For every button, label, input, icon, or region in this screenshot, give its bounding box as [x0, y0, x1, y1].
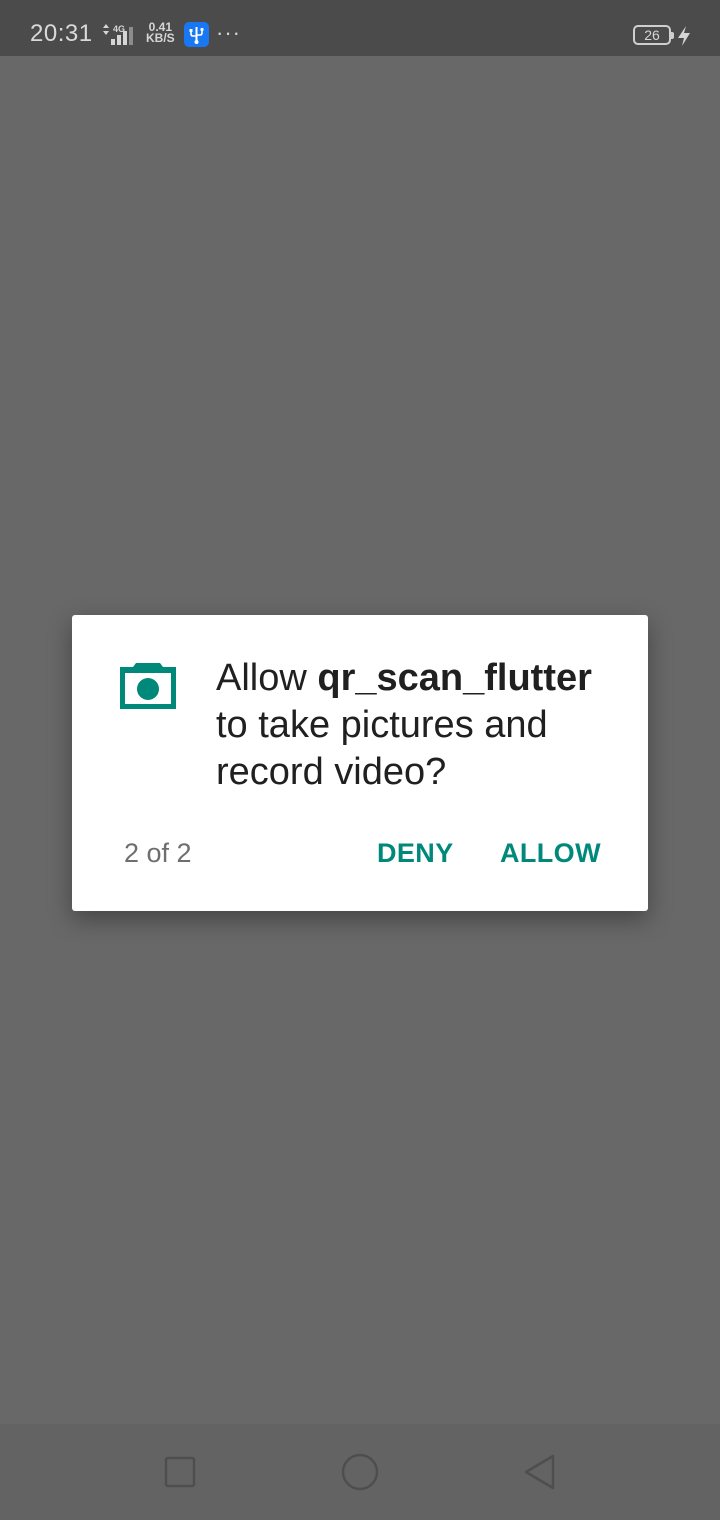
message-suffix: to take pictures and record video? — [216, 704, 548, 793]
charging-icon — [678, 26, 690, 46]
camera-icon — [120, 663, 176, 709]
permission-counter: 2 of 2 — [124, 838, 192, 868]
battery-tip — [671, 32, 674, 39]
battery-icon: 26 — [633, 25, 674, 45]
home-circle-icon[interactable] — [340, 1452, 380, 1492]
status-bar: 20:31 4G 0.41 KB/S ··· 26 — [0, 0, 720, 56]
status-time: 20:31 — [30, 20, 93, 47]
deny-button[interactable]: DENY — [367, 825, 464, 881]
back-triangle-icon[interactable] — [520, 1452, 560, 1492]
network-type: 4G — [113, 24, 125, 34]
permission-dialog: Allow qr_scan_flutter to take pictures a… — [72, 615, 648, 911]
permission-message: Allow qr_scan_flutter to take pictures a… — [216, 655, 616, 796]
app-name: qr_scan_flutter — [317, 657, 592, 699]
speed-unit: KB/S — [146, 31, 175, 45]
allow-button[interactable]: ALLOW — [490, 825, 611, 881]
network-speed: 0.41 KB/S — [146, 21, 175, 45]
more-icon: ··· — [216, 20, 241, 45]
recents-square-icon[interactable] — [160, 1452, 200, 1492]
signal-icon: 4G — [103, 24, 133, 45]
usb-icon — [184, 22, 209, 47]
message-prefix: Allow — [216, 657, 318, 699]
navigation-bar — [0, 1424, 720, 1520]
battery-level: 26 — [644, 27, 660, 43]
